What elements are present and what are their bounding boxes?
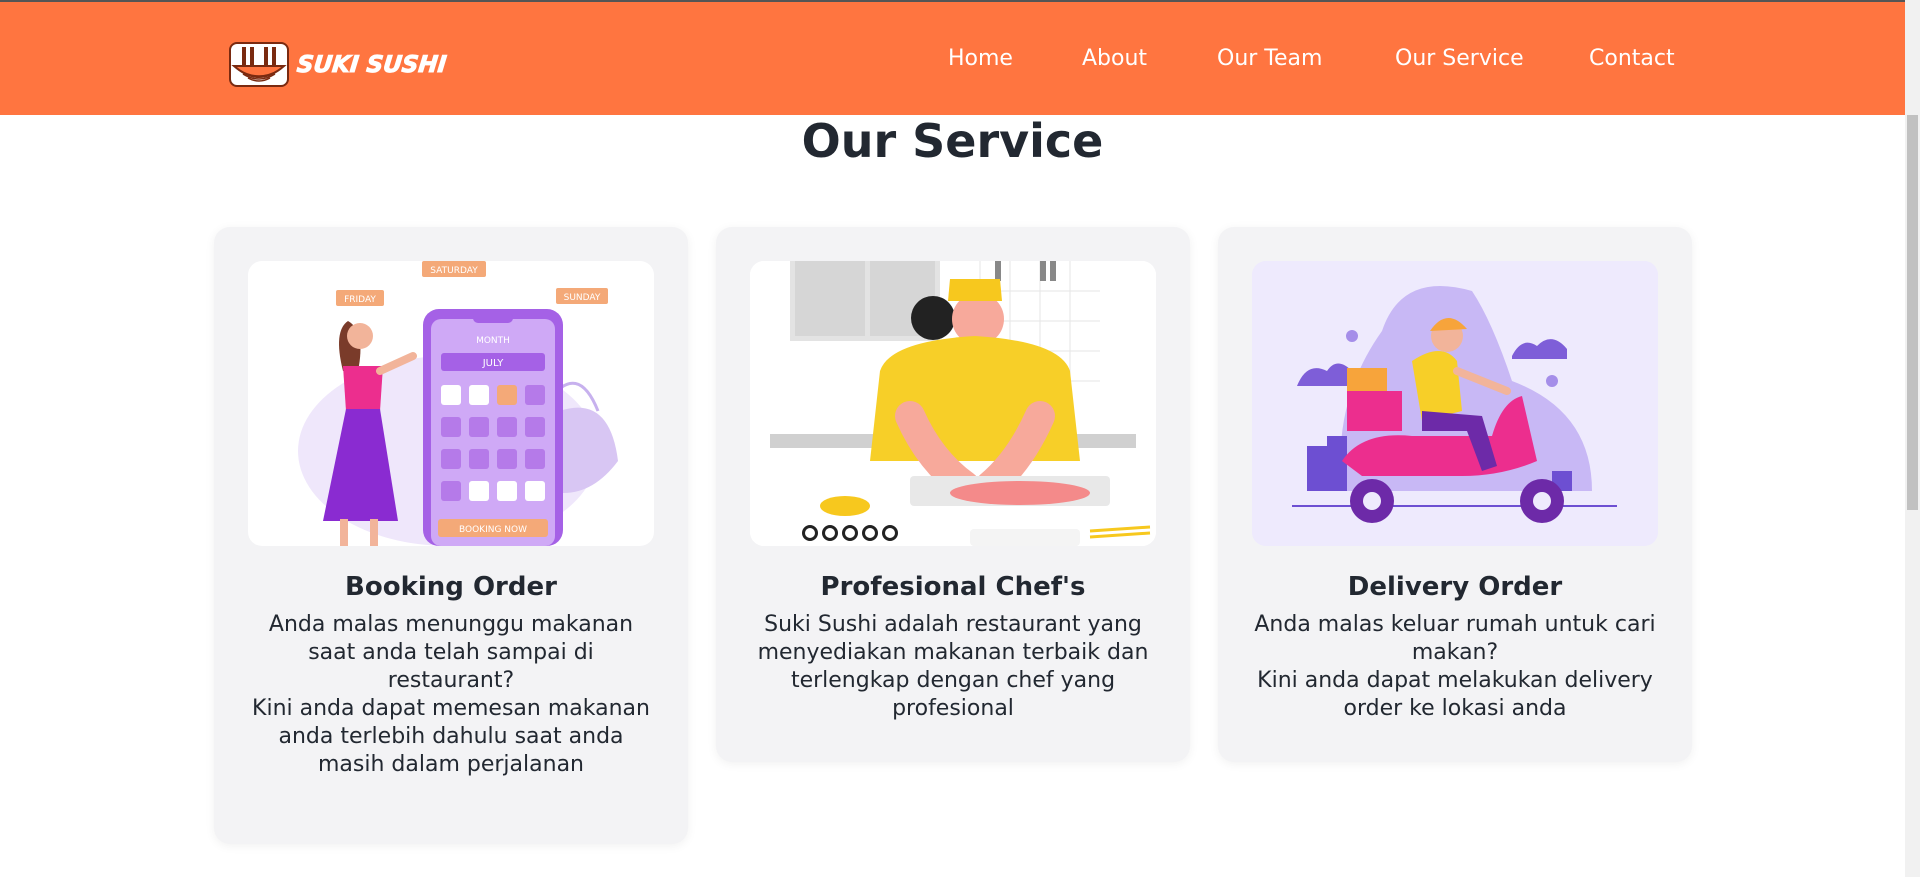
noodle-bowl-logo-icon <box>229 42 289 87</box>
svg-text:MONTH: MONTH <box>476 336 510 346</box>
svg-text:BOOKING NOW: BOOKING NOW <box>459 525 527 535</box>
booking-calendar-icon: MONTH JULY BOOKING NOW FRIDAY SATURDAY S… <box>298 261 618 546</box>
card-title: Profesional Chef's <box>820 572 1086 602</box>
nav-link-contact[interactable]: Contact <box>1589 46 1675 71</box>
card-description: Anda malas menunggu makanan saat anda te… <box>244 611 658 779</box>
card-description: Anda malas keluar rumah untuk cari makan… <box>1248 611 1662 723</box>
svg-text:JULY: JULY <box>482 358 505 369</box>
nav-link-our-team[interactable]: Our Team <box>1217 46 1322 71</box>
service-card-booking: MONTH JULY BOOKING NOW FRIDAY SATURDAY S… <box>214 227 688 844</box>
svg-text:SUNDAY: SUNDAY <box>564 293 601 303</box>
service-card-delivery: Delivery Order Anda malas keluar rumah u… <box>1218 227 1692 762</box>
brand-logo[interactable]: SUKI SUSHI <box>229 42 448 87</box>
card-title: Delivery Order <box>1347 572 1563 602</box>
scooter-delivery-icon <box>1252 261 1658 546</box>
scrollbar-thumb[interactable] <box>1907 115 1918 510</box>
card-description: Suki Sushi adalah restaurant yang menyed… <box>746 611 1160 723</box>
nav-link-our-service[interactable]: Our Service <box>1395 46 1524 71</box>
svg-text:SATURDAY: SATURDAY <box>430 266 478 276</box>
navbar: SUKI SUSHI Home About Our Team Our Servi… <box>0 0 1905 115</box>
brand-name: SUKI SUSHI <box>295 51 448 78</box>
booking-illustration: MONTH JULY BOOKING NOW FRIDAY SATURDAY S… <box>248 261 654 546</box>
service-card-chef: Profesional Chef's Suki Sushi adalah res… <box>716 227 1190 762</box>
svg-text:FRIDAY: FRIDAY <box>344 295 376 305</box>
card-paragraph: Anda malas keluar rumah untuk cari makan… <box>1254 612 1656 665</box>
card-paragraph: Suki Sushi adalah restaurant yang menyed… <box>757 612 1149 721</box>
chef-illustration <box>750 261 1156 546</box>
card-paragraph: Kini anda dapat memesan makanan anda ter… <box>252 696 650 777</box>
nav-link-home[interactable]: Home <box>948 46 1013 71</box>
card-paragraph: Anda malas menunggu makanan saat anda te… <box>268 612 634 693</box>
card-paragraph: Kini anda dapat melakukan delivery order… <box>1257 668 1653 721</box>
chef-cutting-fish-icon <box>750 261 1156 546</box>
delivery-illustration <box>1252 261 1658 546</box>
card-title: Booking Order <box>345 572 557 602</box>
section-title: Our Service <box>801 114 1104 168</box>
nav-link-about[interactable]: About <box>1082 46 1147 71</box>
